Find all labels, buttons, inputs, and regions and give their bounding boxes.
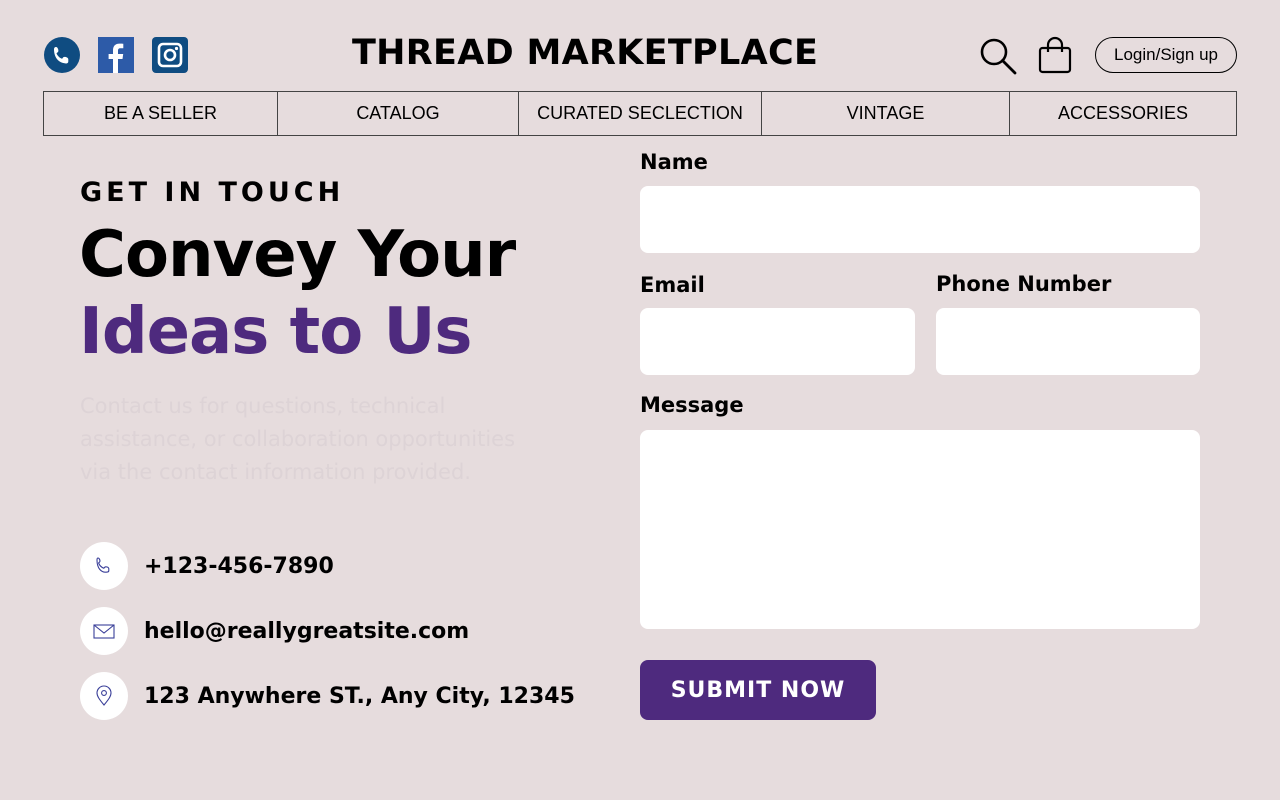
contact-address-row: 123 Anywhere ST., Any City, 12345 — [80, 672, 575, 720]
mail-icon — [93, 624, 115, 639]
name-input[interactable] — [640, 186, 1200, 253]
section-eyebrow: GET IN TOUCH — [80, 177, 345, 208]
main-nav: BE A SELLER CATALOG CURATED SECLECTION V… — [43, 91, 1237, 136]
contact-phone-row: +123-456-7890 — [80, 542, 334, 590]
phone-icon[interactable] — [44, 37, 80, 73]
nav-vintage[interactable]: VINTAGE — [762, 92, 1010, 135]
contact-phone[interactable]: +123-456-7890 — [144, 554, 334, 579]
location-pin-icon — [96, 685, 112, 706]
nav-curated-selection[interactable]: CURATED SECLECTION — [519, 92, 762, 135]
nav-accessories[interactable]: ACCESSORIES — [1010, 92, 1236, 135]
shopping-bag-icon[interactable] — [1036, 36, 1074, 74]
phone-label: Phone Number — [936, 272, 1112, 296]
submit-button[interactable]: SUBMIT NOW — [640, 660, 876, 720]
email-input[interactable] — [640, 308, 915, 375]
intro-text: Contact us for questions, technical assi… — [80, 394, 516, 484]
phone-input[interactable] — [936, 308, 1200, 375]
message-label: Message — [640, 393, 744, 417]
email-badge — [80, 607, 128, 655]
nav-catalog[interactable]: CATALOG — [278, 92, 519, 135]
login-signup-button[interactable]: Login/Sign up — [1095, 37, 1237, 73]
contact-email-row: hello@reallygreatsite.com — [80, 607, 469, 655]
contact-email[interactable]: hello@reallygreatsite.com — [144, 619, 469, 644]
search-icon[interactable] — [978, 36, 1018, 76]
site-logo[interactable]: THREAD MARKETPLACE — [352, 33, 818, 73]
contact-address: 123 Anywhere ST., Any City, 12345 — [144, 683, 575, 709]
address-badge — [80, 672, 128, 720]
message-textarea[interactable] — [640, 430, 1200, 629]
facebook-icon[interactable] — [98, 37, 134, 73]
instagram-icon[interactable] — [152, 37, 188, 73]
phone-badge — [80, 542, 128, 590]
social-links — [44, 37, 188, 73]
page-title-line1: Convey Your — [79, 218, 516, 292]
page-title-line2: Ideas to Us — [79, 295, 472, 369]
nav-be-a-seller[interactable]: BE A SELLER — [44, 92, 278, 135]
name-label: Name — [640, 150, 708, 174]
email-label: Email — [640, 273, 705, 297]
phone-icon — [96, 557, 110, 573]
